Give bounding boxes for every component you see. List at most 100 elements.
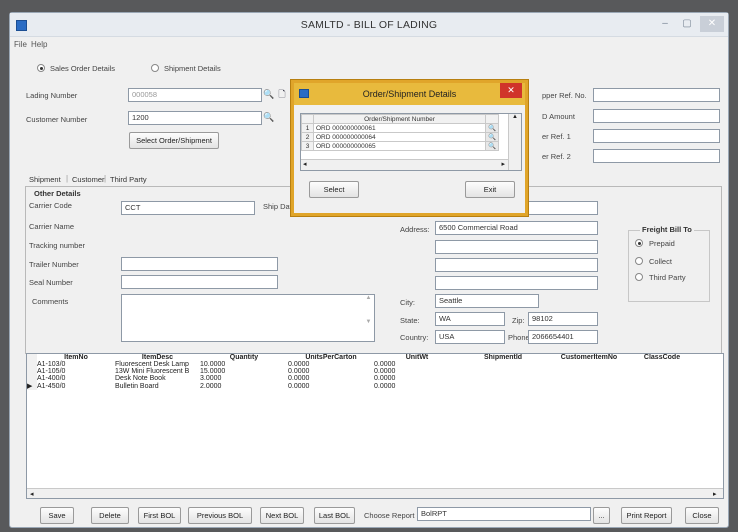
table-cell[interactable]: 0.0000	[288, 368, 374, 375]
search-icon[interactable]: 🔍	[484, 123, 500, 133]
column-header[interactable]: ItemDesc	[115, 354, 200, 361]
table-cell[interactable]	[632, 375, 692, 382]
menu-help[interactable]: Help	[31, 40, 47, 49]
dialog-order-grid[interactable]: Order/Shipment Number 1 ORD 000000000061…	[300, 113, 522, 171]
comments-field[interactable]	[121, 294, 375, 342]
dialog-grid-row[interactable]: 1 ORD 000000000061 🔍	[301, 123, 500, 133]
column-header[interactable]: Quantity	[200, 354, 288, 361]
trailer-number-field[interactable]	[121, 257, 278, 271]
menu-file[interactable]: File	[14, 40, 27, 49]
table-cell[interactable]: 0.0000	[374, 375, 460, 382]
table-cell[interactable]: A1-450/0	[37, 382, 115, 390]
table-row[interactable]: A1-103/0 Fluorescent Desk Lamp 10.0000 0.00…	[27, 361, 692, 368]
row-selector[interactable]: ▶	[27, 382, 37, 390]
table-cell[interactable]	[632, 368, 692, 375]
city-field[interactable]: Seattle	[435, 294, 539, 308]
table-cell[interactable]: Desk Note Book	[115, 375, 200, 382]
customer-ref1-field[interactable]	[593, 129, 720, 143]
tab-shipment[interactable]: Shipment	[29, 175, 61, 184]
save-button[interactable]: Save	[40, 507, 74, 524]
radio-collect[interactable]	[635, 257, 643, 265]
print-report-button[interactable]: Print Report	[621, 507, 672, 524]
table-cell[interactable]	[460, 375, 546, 382]
table-cell[interactable]: A1-105/0	[37, 368, 115, 375]
first-bol-button[interactable]: First BOL	[138, 507, 181, 524]
radio-shipment-details[interactable]	[151, 64, 159, 72]
new-document-icon[interactable]: 🗋	[276, 89, 288, 101]
delete-button[interactable]: Delete	[91, 507, 129, 524]
select-order-shipment-button[interactable]: Select Order/Shipment	[129, 132, 219, 149]
table-cell[interactable]: 0.0000	[374, 368, 460, 375]
table-cell[interactable]: 3.0000	[200, 375, 288, 382]
dialog-order-number[interactable]: ORD 000000000061	[313, 123, 486, 133]
state-field[interactable]: WA	[435, 312, 505, 326]
table-cell[interactable]	[460, 368, 546, 375]
column-header[interactable]: ShipmentId	[460, 354, 546, 361]
table-row[interactable]: ▶ A1-450/0 Bulletin Board 2.0000 0.0000 0.000…	[27, 382, 692, 390]
table-cell[interactable]	[632, 361, 692, 368]
country-field[interactable]: USA	[435, 330, 505, 344]
dialog-order-number[interactable]: ORD 000000000064	[313, 132, 486, 142]
column-header[interactable]: ClassCode	[632, 354, 692, 361]
row-selector[interactable]	[27, 361, 37, 368]
row-selector[interactable]	[27, 375, 37, 382]
table-cell[interactable]: 0.0000	[288, 382, 374, 390]
table-cell[interactable]: 0.0000	[288, 375, 374, 382]
table-cell[interactable]	[546, 382, 632, 390]
seal-number-field[interactable]	[121, 275, 278, 289]
table-row[interactable]: A1-105/0 13W Mini Fluorescent B 15.0000 0.0…	[27, 368, 692, 375]
table-row[interactable]: A1-400/0 Desk Note Book 3.0000 0.0000 0.0000	[27, 375, 692, 382]
table-cell[interactable]: Bulletin Board	[115, 382, 200, 390]
radio-sales-order-details[interactable]	[37, 64, 45, 72]
customer-ref2-field[interactable]	[593, 149, 720, 163]
last-bol-button[interactable]: Last BOL	[314, 507, 355, 524]
next-bol-button[interactable]: Next BOL	[260, 507, 304, 524]
browse-report-button[interactable]: ...	[593, 507, 610, 524]
radio-prepaid[interactable]	[635, 239, 643, 247]
table-cell[interactable]	[546, 375, 632, 382]
carrier-code-field[interactable]: CCT	[121, 201, 255, 215]
address-line3-field[interactable]	[435, 258, 598, 272]
minimize-icon[interactable]: –	[653, 16, 677, 32]
row-selector[interactable]	[27, 368, 37, 375]
phone-field[interactable]: 2066654401	[528, 330, 598, 344]
shipper-ref-field[interactable]	[593, 88, 720, 102]
column-header[interactable]: UnitWt	[374, 354, 460, 361]
lading-number-field[interactable]: 000058	[128, 88, 262, 102]
column-header[interactable]: ItemNo	[37, 354, 115, 361]
items-hscrollbar[interactable]: ◂ ▸	[27, 488, 723, 498]
radio-third-party[interactable]	[635, 273, 643, 281]
dialog-select-button[interactable]: Select	[309, 181, 359, 198]
table-cell[interactable]: 10.0000	[200, 361, 288, 368]
search-icon[interactable]: 🔍	[484, 141, 500, 151]
table-cell[interactable]: Fluorescent Desk Lamp	[115, 361, 200, 368]
table-cell[interactable]	[460, 382, 546, 390]
table-cell[interactable]: 0.0000	[374, 361, 460, 368]
customer-number-field[interactable]: 1200	[128, 111, 262, 125]
zip-field[interactable]: 98102	[528, 312, 598, 326]
close-button[interactable]: Close	[685, 507, 719, 524]
dialog-vscrollbar[interactable]: ▲	[508, 114, 521, 170]
table-cell[interactable]: 2.0000	[200, 382, 288, 390]
table-cell[interactable]	[546, 368, 632, 375]
column-header[interactable]: UnitsPerCarton	[288, 354, 374, 361]
dialog-exit-button[interactable]: Exit	[465, 181, 515, 198]
search-icon[interactable]: 🔍	[484, 132, 500, 142]
tab-third-party[interactable]: Third Party	[110, 175, 147, 184]
dialog-grid-row[interactable]: 3 ORD 000000000065 🔍	[301, 141, 500, 151]
column-header[interactable]: CustomerItemNo	[546, 354, 632, 361]
dialog-hscrollbar[interactable]: ◂ ▸	[301, 159, 508, 170]
table-cell[interactable]: 0.0000	[288, 361, 374, 368]
table-cell[interactable]: A1-400/0	[37, 375, 115, 382]
items-grid[interactable]: ItemNo ItemDesc Quantity UnitsPerCarton Unit…	[26, 353, 724, 499]
table-cell[interactable]: 0.0000	[374, 382, 460, 390]
report-field[interactable]: BolRPT	[417, 507, 591, 521]
dialog-order-number[interactable]: ORD 000000000065	[313, 141, 486, 151]
lading-search-icon[interactable]: 🔍	[263, 89, 275, 101]
customer-search-icon[interactable]: 🔍	[263, 112, 275, 124]
close-icon[interactable]: ✕	[700, 16, 724, 32]
dialog-close-icon[interactable]: ✕	[500, 83, 522, 98]
address-line4-field[interactable]	[435, 276, 598, 290]
table-cell[interactable]: A1-103/0	[37, 361, 115, 368]
comments-scrollbar[interactable]: ▲ ▼	[363, 295, 374, 341]
